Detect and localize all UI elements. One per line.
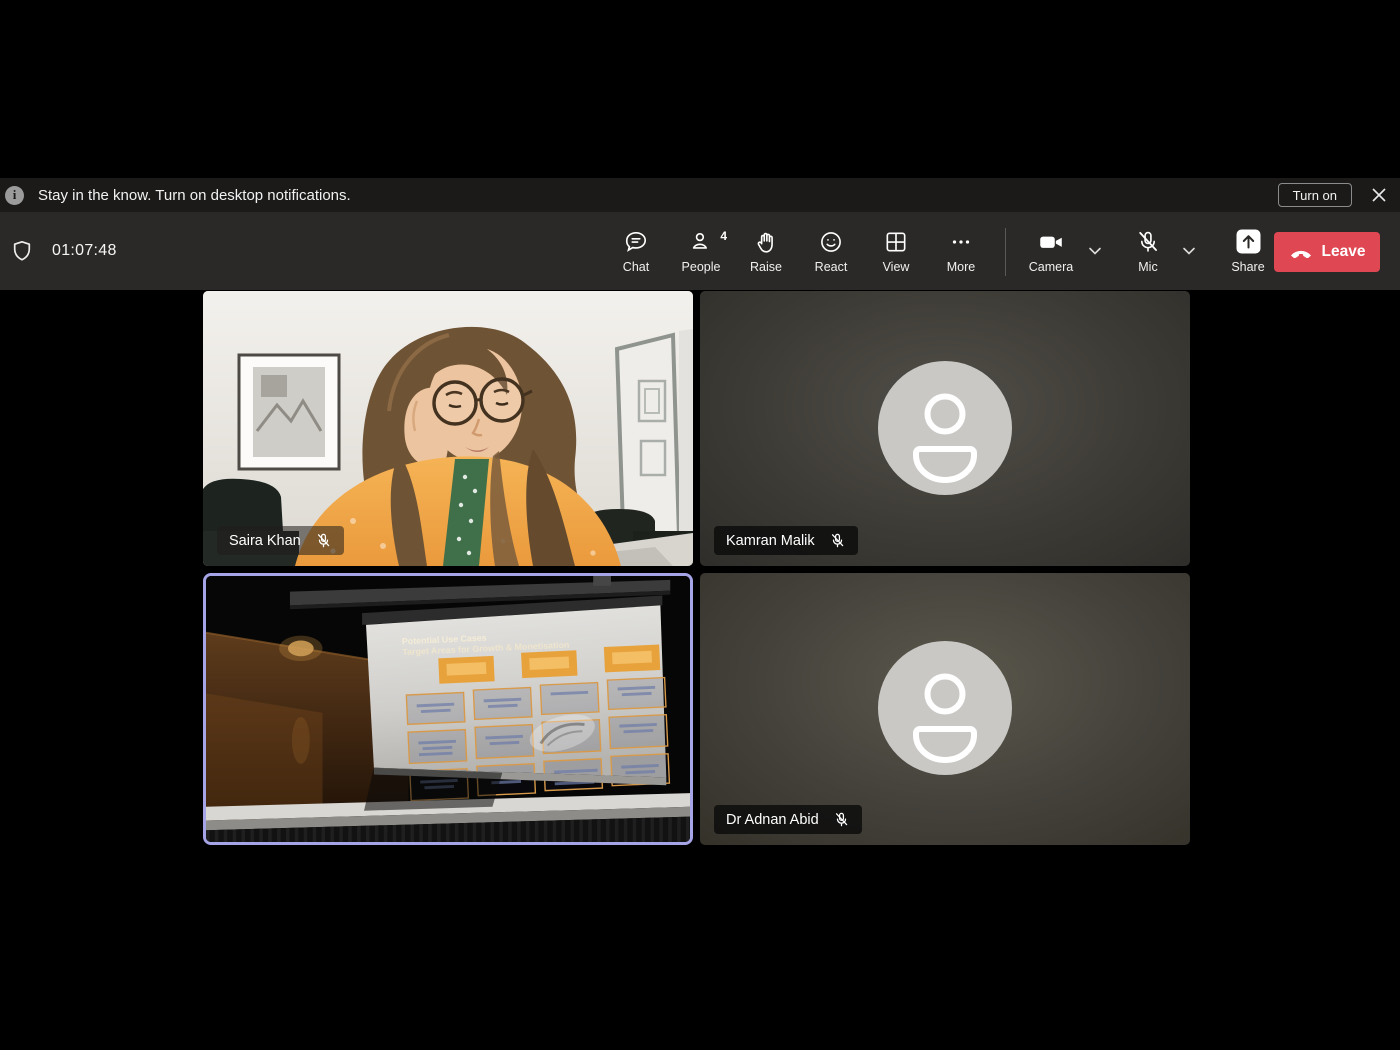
raise-label: Raise xyxy=(750,260,782,274)
name-tag-saira-khan: Saira Khan xyxy=(217,526,344,555)
close-icon[interactable] xyxy=(1370,186,1388,204)
camera-label: Camera xyxy=(1029,260,1073,274)
person-icon xyxy=(878,641,1012,775)
chat-label: Chat xyxy=(623,260,649,274)
leave-label: Leave xyxy=(1322,243,1366,261)
react-label: React xyxy=(815,260,848,274)
meeting-timer: 01:07:48 xyxy=(52,242,117,260)
share-icon xyxy=(1235,229,1262,255)
mic-options-chevron-icon[interactable] xyxy=(1176,220,1202,282)
people-icon: 4 xyxy=(688,229,714,255)
raise-hand-button[interactable]: Raise xyxy=(738,220,794,282)
chat-button[interactable]: Chat xyxy=(608,220,664,282)
hang-up-icon xyxy=(1289,246,1313,258)
info-icon: i xyxy=(5,186,24,205)
mic-muted-icon xyxy=(1135,229,1161,255)
people-count-badge: 4 xyxy=(720,229,727,243)
name-tag-dr-adnan-abid: Dr Adnan Abid xyxy=(714,805,862,834)
more-button[interactable]: More xyxy=(933,220,989,282)
mic-off-icon xyxy=(315,532,332,549)
participant-name: Saira Khan xyxy=(229,533,301,549)
presentation-room-scene: Potential Use Cases Target Areas for Gro… xyxy=(206,576,690,842)
mic-off-icon xyxy=(833,811,850,828)
people-label: People xyxy=(682,260,721,274)
mic-button[interactable]: Mic xyxy=(1120,220,1176,282)
video-tile-dr-adnan-abid[interactable]: Dr Adnan Abid xyxy=(700,573,1190,845)
view-button[interactable]: View xyxy=(868,220,924,282)
share-button[interactable]: Share xyxy=(1220,220,1276,282)
saira-video-scene xyxy=(203,291,693,566)
react-button[interactable]: React xyxy=(803,220,859,282)
view-label: View xyxy=(883,260,910,274)
camera-button[interactable]: Camera xyxy=(1020,220,1082,282)
video-tile-saira-khan[interactable]: Saira Khan xyxy=(203,291,693,566)
avatar xyxy=(878,641,1012,775)
more-dots-icon xyxy=(948,229,974,255)
camera-options-chevron-icon[interactable] xyxy=(1082,220,1108,282)
mic-off-icon xyxy=(829,532,846,549)
participant-name: Kamran Malik xyxy=(726,533,815,549)
share-label: Share xyxy=(1231,260,1264,274)
more-label: More xyxy=(947,260,975,274)
turn-on-button[interactable]: Turn on xyxy=(1278,183,1352,207)
shield-icon xyxy=(10,239,34,268)
leave-button[interactable]: Leave xyxy=(1274,232,1380,272)
people-button[interactable]: 4 People xyxy=(673,220,729,282)
video-tile-presentation-room[interactable]: Potential Use Cases Target Areas for Gro… xyxy=(203,573,693,845)
toolbar-separator xyxy=(1005,228,1006,276)
react-smiley-icon xyxy=(818,229,844,255)
participant-name: Dr Adnan Abid xyxy=(726,812,819,828)
meeting-toolbar: 01:07:48 Chat 4 People xyxy=(0,212,1400,290)
view-grid-icon xyxy=(883,229,909,255)
camera-icon xyxy=(1037,229,1065,255)
raise-hand-icon xyxy=(753,229,779,255)
avatar xyxy=(878,361,1012,495)
name-tag-kamran-malik: Kamran Malik xyxy=(714,526,858,555)
person-icon xyxy=(878,361,1012,495)
video-tile-kamran-malik[interactable]: Kamran Malik xyxy=(700,291,1190,566)
notification-text: Stay in the know. Turn on desktop notifi… xyxy=(38,187,351,204)
mic-label: Mic xyxy=(1138,260,1157,274)
notification-bar: i Stay in the know. Turn on desktop noti… xyxy=(0,178,1400,212)
chat-icon xyxy=(623,229,649,255)
